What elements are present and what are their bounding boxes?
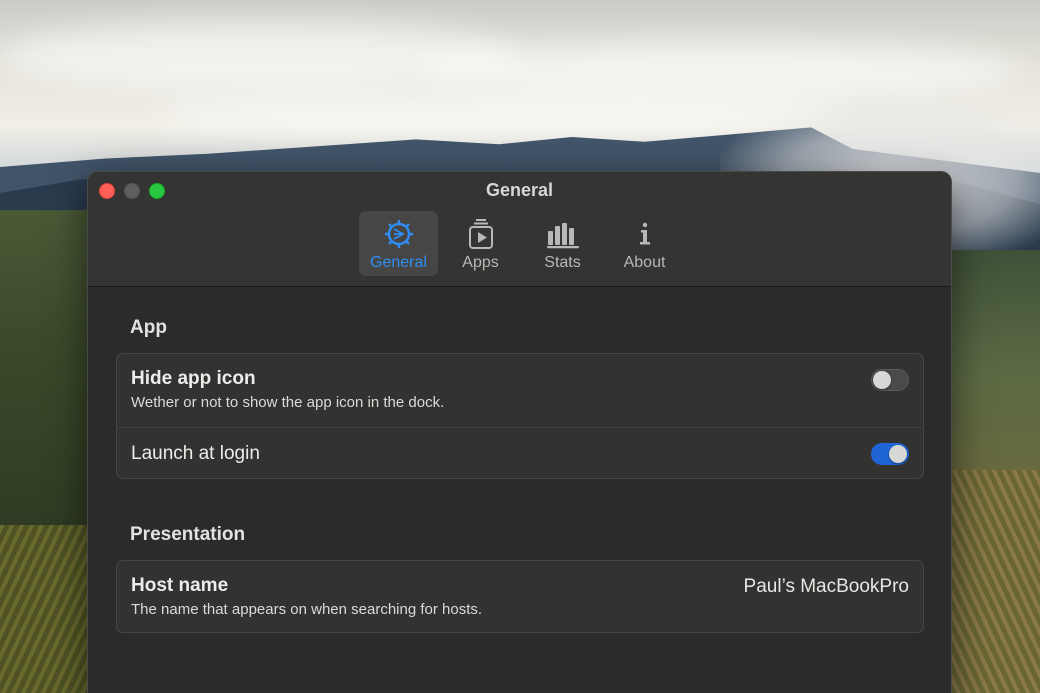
host-name-row[interactable]: Host name The name that appears on when … xyxy=(117,561,923,633)
launch-at-login-title: Launch at login xyxy=(131,443,260,464)
section-title-presentation: Presentation xyxy=(130,524,246,545)
window-toolbar: General General Apps Stats About xyxy=(88,172,951,287)
host-name-value[interactable]: Paul’s MacBookPro xyxy=(744,576,909,598)
tab-apps-label: Apps xyxy=(462,254,499,271)
tab-about[interactable]: About xyxy=(605,211,684,276)
hide-app-icon-row: Hide app icon Wether or not to show the … xyxy=(117,354,923,427)
toggle-knob xyxy=(889,445,907,463)
hide-app-icon-toggle[interactable] xyxy=(871,369,909,391)
play-stack-icon xyxy=(464,217,498,251)
settings-content: App Hide app icon Wether or not to show … xyxy=(88,288,951,693)
settings-window: General General Apps Stats About App Hid… xyxy=(87,171,952,693)
tab-apps[interactable]: Apps xyxy=(441,211,520,276)
launch-at-login-row: Launch at login xyxy=(117,427,923,479)
app-settings-card: Hide app icon Wether or not to show the … xyxy=(116,353,924,479)
tab-stats[interactable]: Stats xyxy=(523,211,602,276)
info-icon xyxy=(628,217,662,251)
tab-general[interactable]: General xyxy=(359,211,438,276)
gear-icon xyxy=(382,217,416,251)
presentation-settings-card: Host name The name that appears on when … xyxy=(116,560,924,633)
section-title-app: App xyxy=(130,317,167,338)
tab-stats-label: Stats xyxy=(544,254,581,271)
tab-general-label: General xyxy=(370,254,427,271)
window-title: General xyxy=(485,180,554,200)
wallpaper-cloud xyxy=(420,40,1020,100)
host-name-description: The name that appears on when searching … xyxy=(131,601,483,618)
bar-chart-icon xyxy=(546,217,580,251)
tab-about-label: About xyxy=(623,254,666,271)
hide-app-icon-description: Wether or not to show the app icon in th… xyxy=(131,394,445,411)
toggle-knob xyxy=(873,371,891,389)
toolbar-tabs: General Apps Stats About xyxy=(359,211,684,276)
launch-at-login-toggle[interactable] xyxy=(871,443,909,465)
hide-app-icon-title: Hide app icon xyxy=(131,368,256,389)
